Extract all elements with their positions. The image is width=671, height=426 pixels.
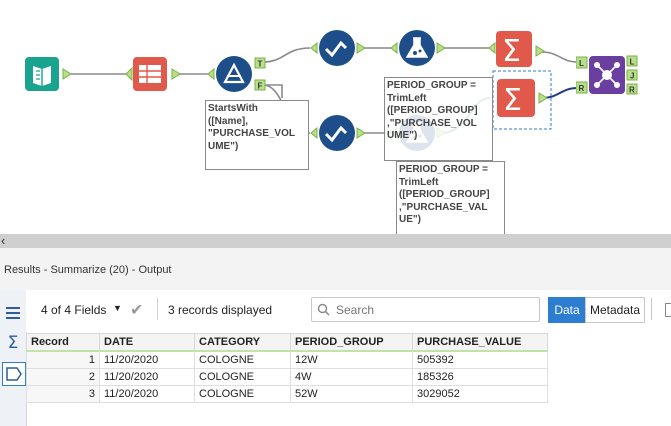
- search-box[interactable]: [311, 297, 540, 322]
- tag-icon[interactable]: [2, 362, 26, 386]
- fields-selector[interactable]: 4 of 4 Fields: [41, 303, 106, 317]
- svg-text:F: F: [258, 82, 263, 91]
- results-grid: Record DATE CATEGORY PERIOD_GROUP PURCHA…: [26, 333, 548, 403]
- svg-text:L: L: [579, 59, 584, 68]
- sigma-icon[interactable]: Σ: [2, 332, 24, 354]
- grid-header-row: Record DATE CATEGORY PERIOD_GROUP PURCHA…: [26, 333, 548, 352]
- cell-category[interactable]: COLOGNE: [194, 350, 291, 369]
- column-header[interactable]: PURCHASE_VALUE: [412, 333, 548, 352]
- cell-purchase-value[interactable]: 185326: [412, 368, 548, 386]
- toolbar-divider: [651, 298, 652, 320]
- list-view-icon[interactable]: [2, 302, 24, 324]
- toolbar-divider: [157, 298, 158, 320]
- cell-purchase-value[interactable]: 505392: [412, 350, 548, 369]
- cell-date[interactable]: 11/20/2020: [99, 350, 195, 369]
- table-row[interactable]: 1 11/20/2020 COLOGNE 12W 505392: [26, 350, 548, 369]
- records-count: 3 records displayed: [168, 303, 273, 317]
- svg-text:J: J: [630, 72, 634, 81]
- copy-icon[interactable]: [665, 303, 671, 317]
- column-header[interactable]: PERIOD_GROUP: [290, 333, 413, 352]
- cell-date[interactable]: 11/20/2020: [99, 385, 195, 403]
- filter-icon: [216, 56, 252, 92]
- cell-period-group[interactable]: 52W: [290, 385, 413, 403]
- search-icon: [317, 303, 330, 316]
- table-row[interactable]: 2 11/20/2020 COLOGNE 4W 185326: [26, 368, 548, 386]
- checkmark-icon[interactable]: ✔: [130, 300, 143, 320]
- search-input[interactable]: [334, 300, 538, 320]
- record-number: 2: [26, 368, 100, 386]
- cell-category[interactable]: COLOGNE: [194, 368, 291, 386]
- record-number: 3: [26, 385, 100, 403]
- cell-category[interactable]: COLOGNE: [194, 385, 291, 403]
- cell-period-group[interactable]: 12W: [290, 350, 413, 369]
- workflow-canvas[interactable]: T F Σ Σ L R L J R StartsWith ([Name], "P…: [0, 0, 671, 240]
- cell-period-group[interactable]: 4W: [290, 368, 413, 386]
- svg-text:L: L: [630, 58, 635, 67]
- svg-text:T: T: [258, 60, 263, 69]
- canvas-horizontal-scrollbar[interactable]: ‹: [0, 233, 671, 248]
- svg-text:Σ: Σ: [503, 83, 522, 118]
- column-header[interactable]: CATEGORY: [194, 333, 291, 352]
- svg-text:Σ: Σ: [502, 34, 521, 69]
- cell-date[interactable]: 11/20/2020: [99, 368, 195, 386]
- tab-metadata[interactable]: Metadata: [585, 297, 645, 323]
- svg-text:R: R: [629, 86, 635, 95]
- filter-annotation: StartsWith ([Name], "PURCHASE_VOL UME"): [205, 100, 309, 170]
- formula2-annotation: PERIOD_GROUP = TrimLeft ([PERIOD_GROUP] …: [396, 161, 505, 240]
- scroll-left-icon[interactable]: ‹: [1, 233, 5, 248]
- results-side-rail: Σ: [0, 290, 27, 426]
- chevron-down-icon[interactable]: ▼: [113, 303, 122, 313]
- tab-data[interactable]: Data: [548, 297, 586, 323]
- table-row[interactable]: 3 11/20/2020 COLOGNE 52W 3029052: [26, 385, 548, 403]
- column-header[interactable]: Record: [26, 333, 100, 352]
- svg-text:R: R: [579, 84, 585, 93]
- column-header[interactable]: DATE: [99, 333, 195, 352]
- formula1-annotation: PERIOD_GROUP = TrimLeft ([PERIOD_GROUP] …: [384, 77, 493, 161]
- results-title: Results - Summarize (20) - Output: [4, 264, 172, 276]
- record-number: 1: [26, 350, 100, 369]
- cell-purchase-value[interactable]: 3029052: [412, 385, 548, 403]
